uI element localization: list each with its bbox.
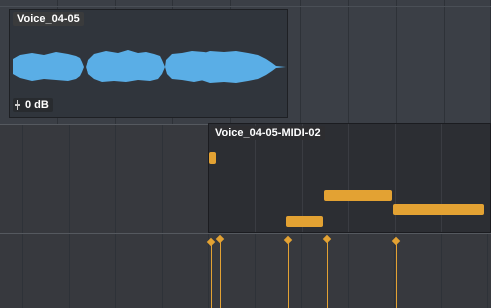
audio-waveform bbox=[13, 50, 286, 83]
midi-clip-title: Voice_04-05-MIDI-02 bbox=[211, 126, 325, 140]
fader-icon bbox=[15, 100, 21, 110]
automation-lane bbox=[0, 234, 491, 308]
audio-clip-title: Voice_04-05 bbox=[13, 12, 84, 26]
midi-clip-grid bbox=[209, 124, 490, 232]
gain-control[interactable]: 0 dB bbox=[13, 98, 53, 112]
gain-value: 0 dB bbox=[25, 99, 49, 111]
audio-clip[interactable]: Voice_04-05 0 dB bbox=[9, 9, 288, 118]
midi-clip[interactable]: Voice_04-05-MIDI-02 bbox=[208, 123, 491, 233]
midi-note[interactable] bbox=[209, 152, 216, 164]
midi-note[interactable] bbox=[286, 216, 323, 227]
midi-note[interactable] bbox=[324, 190, 392, 201]
midi-note[interactable] bbox=[393, 204, 484, 215]
